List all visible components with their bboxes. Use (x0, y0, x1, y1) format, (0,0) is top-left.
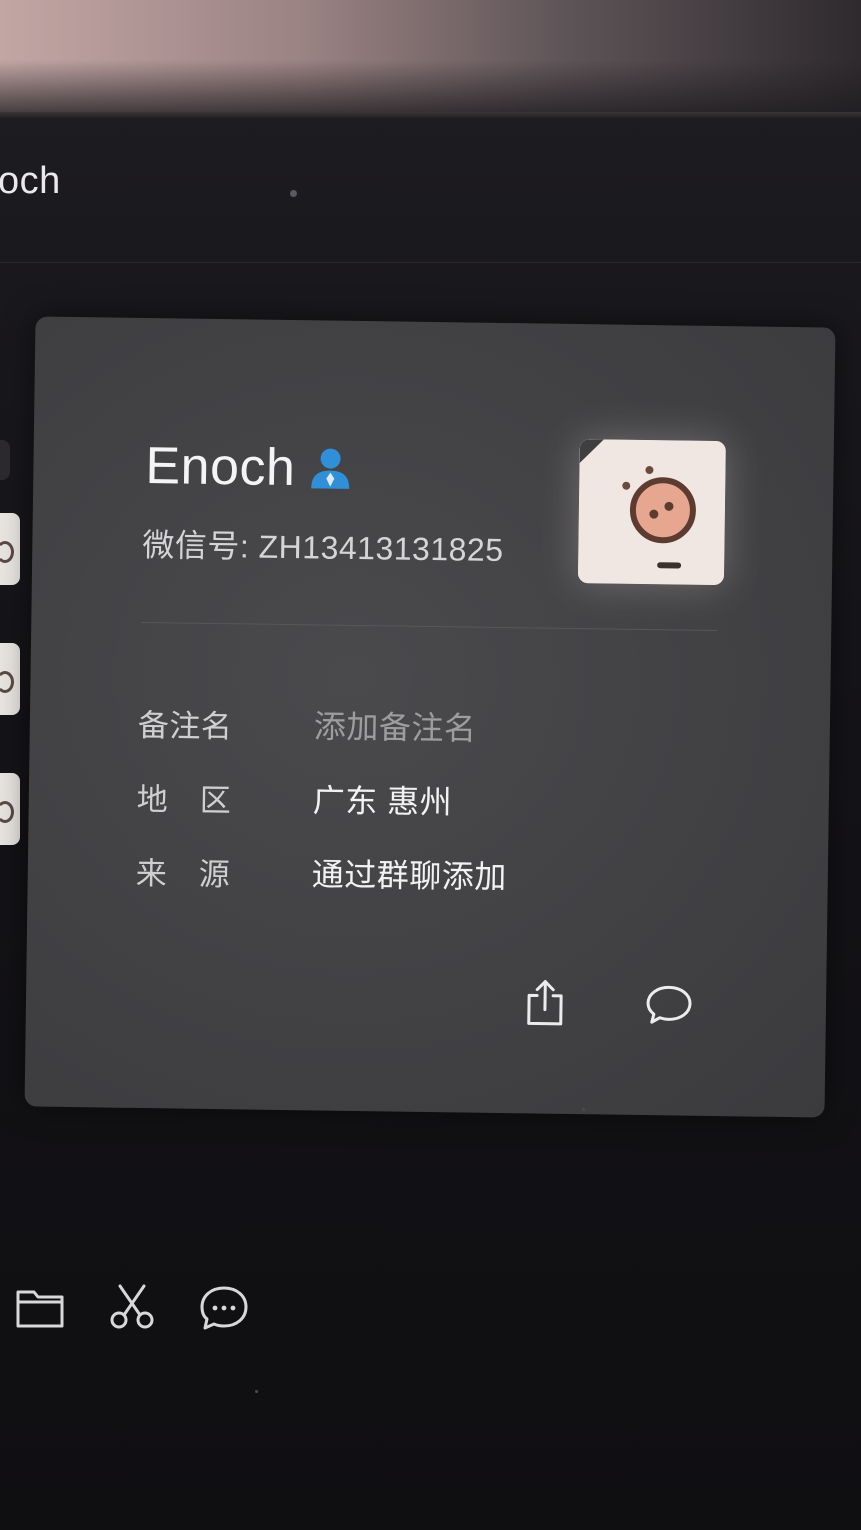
profile-name: Enoch (145, 437, 296, 498)
detail-row-source: 来 源 通过群聊添加 (136, 848, 508, 897)
detail-value: 广东 惠州 (312, 782, 453, 821)
detail-label: 来 源 (135, 855, 231, 892)
profile-name-row: Enoch (145, 436, 352, 499)
detail-row-remark: 备注名 添加备注名 (138, 700, 477, 749)
chat-list-avatar[interactable] (0, 643, 20, 715)
wechat-id: 微信号: ZH13413131825 (142, 526, 504, 569)
profile-divider (141, 621, 718, 632)
detail-label: 地 区 (136, 781, 232, 818)
detail-value: 通过群聊添加 (311, 856, 508, 896)
scissors-icon[interactable] (106, 1282, 158, 1334)
chat-list-edge (0, 440, 10, 480)
chat-list-avatar[interactable] (0, 513, 20, 585)
profile-card: Enoch 微信号: ZH13413131825 备注名 添加备注名 地 区 广… (24, 316, 836, 1118)
chat-dots-icon[interactable] (198, 1282, 250, 1334)
remark-input[interactable]: 添加备注名 (314, 701, 477, 749)
window-title: och (0, 160, 61, 202)
pig-face-avatar[interactable] (577, 439, 726, 586)
photo-of-monitor: och Enoch 微信号: ZH13413131825 备注名 添加备注名 地… (0, 0, 861, 1530)
detail-row-region: 地 区 广东 惠州 (137, 774, 453, 822)
folder-icon[interactable] (14, 1282, 66, 1334)
chat-list-avatar[interactable] (0, 773, 20, 845)
header-divider (0, 262, 861, 263)
chat-bubble-icon[interactable] (644, 979, 695, 1030)
title-dot (290, 190, 297, 197)
share-icon[interactable] (520, 977, 571, 1028)
person-contact-icon (309, 446, 352, 491)
detail-label: 备注名 (137, 707, 233, 744)
